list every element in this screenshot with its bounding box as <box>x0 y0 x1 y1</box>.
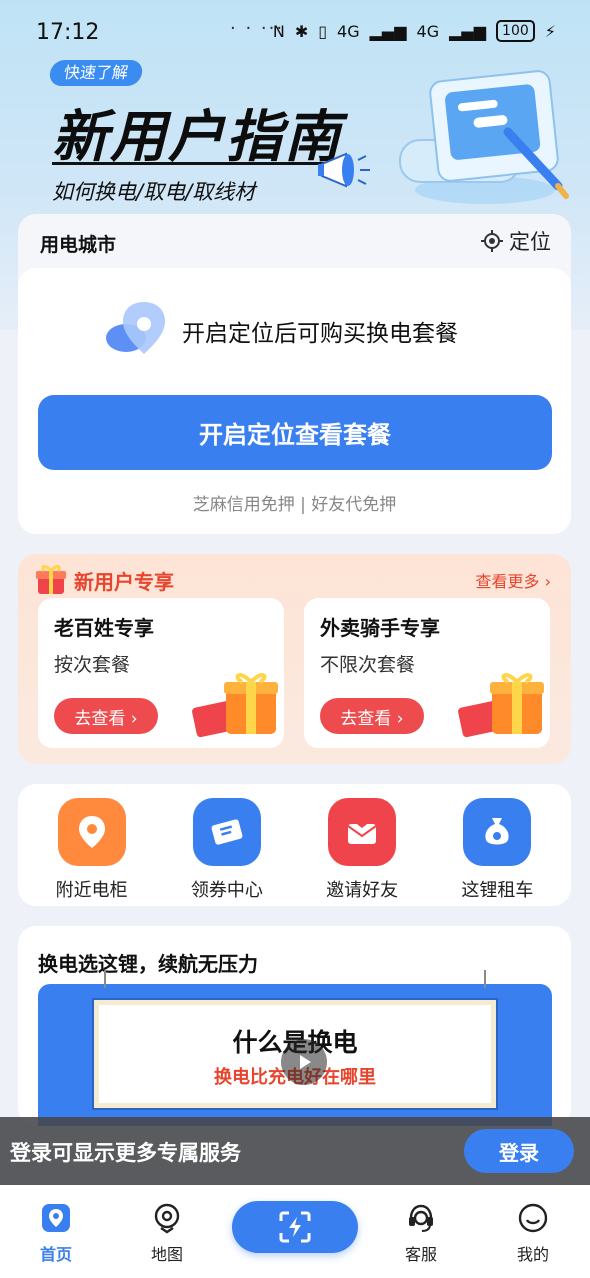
money-bag-icon <box>463 798 532 866</box>
nfc-icon: N <box>272 21 285 41</box>
signal-2-label: 4G <box>416 21 440 41</box>
banner-title[interactable]: 新用户指南 <box>52 92 342 173</box>
megaphone-icon <box>318 152 370 188</box>
view-package-button[interactable]: 去查看 › <box>54 698 158 734</box>
coupon-center-button[interactable]: 领券中心 <box>167 784 287 906</box>
banner-subtitle: 如何换电/取电/取线材 <box>52 180 256 204</box>
rent-vehicle-button[interactable]: 这锂租车 <box>437 784 557 906</box>
location-pin-icon <box>106 302 166 354</box>
ticket-icon <box>192 798 261 866</box>
deposit-separator: | <box>294 495 312 515</box>
map-pin-icon <box>150 1201 184 1235</box>
grid-label: 附近电柜 <box>55 880 128 901</box>
gift-icon <box>36 565 66 594</box>
city-inner-panel: 开启定位后可购买换电套餐 开启定位查看套餐 芝麻信用免押 | 好友代免押 <box>18 268 571 534</box>
signal-1-label: 4G <box>337 21 360 41</box>
tab-label: 我的 <box>516 1245 549 1264</box>
play-icon[interactable] <box>281 1039 327 1085</box>
signal-icon: ▂▄▆ <box>369 21 407 41</box>
gift-box-icon <box>192 673 278 738</box>
envelope-heart-icon <box>328 798 397 866</box>
invite-friends-button[interactable]: 邀请好友 <box>302 784 422 906</box>
bottom-tab-bar: 首页 地图 客服 我的 <box>0 1185 590 1278</box>
banner-underline <box>52 162 342 165</box>
city-label: 用电城市 <box>40 234 117 256</box>
quick-learn-pill[interactable]: 快速了解 <box>48 60 144 86</box>
status-time: 17:12 <box>36 20 100 45</box>
friend-deposit-link[interactable]: 好友代免押 <box>311 495 396 515</box>
guide-book-illustration <box>399 70 569 204</box>
location-prompt: 开启定位后可购买换电套餐 <box>182 321 458 347</box>
grid-label: 领券中心 <box>190 880 263 901</box>
city-card: 用电城市 定位 开启定位后可购买换电套餐 开启定位查看套餐 芝麻信用免押 | 好… <box>18 214 571 534</box>
sesame-credit-link[interactable]: 芝麻信用免押 <box>193 495 295 515</box>
home-shield-icon <box>39 1201 73 1235</box>
video-player[interactable]: 什么是换电 换电比充电好在哪里 <box>38 970 552 1126</box>
tab-home[interactable]: 首页 <box>21 1201 91 1265</box>
package-card-commoner[interactable]: 老百姓专享 按次套餐 去查看 › <box>38 598 284 748</box>
login-button[interactable]: 登录 <box>464 1129 574 1173</box>
tab-service[interactable]: 客服 <box>386 1201 456 1265</box>
new-user-title: 新用户专享 <box>74 570 174 594</box>
video-thumbnail-board: 什么是换电 换电比充电好在哪里 <box>92 998 498 1110</box>
video-card: 换电选这锂，续航无压力 什么是换电 换电比充电好在哪里 <box>18 926 571 1126</box>
package-card-rider[interactable]: 外卖骑手专享 不限次套餐 去查看 › <box>304 598 550 748</box>
nearby-cabinets-button[interactable]: 附近电柜 <box>32 784 152 906</box>
charging-icon: ⚡ <box>544 21 556 41</box>
location-pin-icon <box>57 798 126 866</box>
gift-box-icon <box>458 673 544 738</box>
view-more-link[interactable]: 查看更多 › <box>476 568 552 592</box>
locate-label: 定位 <box>509 230 551 254</box>
package-subtitle: 不限次套餐 <box>320 654 416 676</box>
grid-label: 邀请好友 <box>326 880 399 901</box>
hanging-string <box>484 970 486 988</box>
grid-label: 这锂租车 <box>461 880 534 901</box>
tab-label: 客服 <box>404 1245 437 1264</box>
vibrate-icon: ▯ <box>318 21 328 41</box>
status-bar: 17:12 · · ··· N ✱ ▯ 4G ▂▄▆ 4G ▂▄▆ 100 ⚡ <box>0 0 590 66</box>
tab-label: 地图 <box>150 1245 183 1264</box>
battery-icon: 100 <box>496 20 535 42</box>
package-title: 老百姓专享 <box>54 616 154 640</box>
hanging-string <box>104 970 106 988</box>
locate-button[interactable]: 定位 <box>481 226 551 256</box>
package-subtitle: 按次套餐 <box>54 654 131 676</box>
tab-map[interactable]: 地图 <box>132 1201 202 1265</box>
new-user-section: 新用户专享 查看更多 › 老百姓专享 按次套餐 去查看 › 外卖骑手专享 不限次… <box>18 554 571 764</box>
view-package-button[interactable]: 去查看 › <box>320 698 424 734</box>
scan-bolt-icon <box>279 1211 311 1243</box>
package-title: 外卖骑手专享 <box>320 616 440 640</box>
tab-mine[interactable]: 我的 <box>498 1201 568 1265</box>
login-prompt-bar: 登录可显示更多专属服务 登录 <box>0 1117 590 1185</box>
status-icons: N ✱ ▯ 4G ▂▄▆ 4G ▂▄▆ 100 ⚡ <box>273 20 556 42</box>
deposit-options: 芝麻信用免押 | 好友代免押 <box>18 490 571 515</box>
video-section-title: 换电选这锂，续航无压力 <box>38 952 258 976</box>
signal-icon: ▂▄▆ <box>449 21 487 41</box>
quick-actions-grid: 附近电柜 领券中心 邀请好友 这锂租车 <box>18 784 571 906</box>
smiley-icon <box>516 1201 550 1235</box>
headset-icon <box>404 1201 438 1235</box>
crosshair-icon <box>481 230 503 252</box>
login-prompt-text: 登录可显示更多专属服务 <box>10 1141 241 1165</box>
enable-location-button[interactable]: 开启定位查看套餐 <box>38 395 552 470</box>
scan-swap-button[interactable] <box>232 1201 358 1253</box>
bluetooth-icon: ✱ <box>294 21 309 41</box>
tab-label: 首页 <box>39 1245 72 1264</box>
